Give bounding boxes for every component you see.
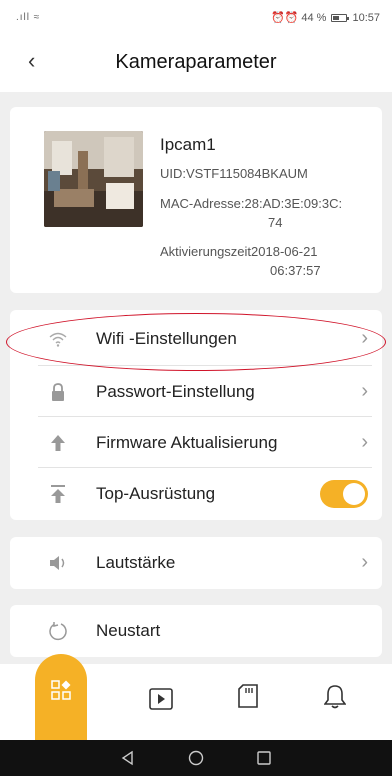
battery-percent: 44 % [301,11,327,24]
status-right: ⏰⏰ 44 % 10:57 [270,11,380,25]
device-mac: MAC-Adresse:28:AD:3E:09:3C: [160,196,343,211]
clock: 10:57 [352,11,380,24]
volume-label: Lautstärke [96,553,176,572]
top-equipment-toggle[interactable] [320,480,368,508]
top-equipment-label: Top-Ausrüstung [96,484,216,503]
tab-playback[interactable] [133,672,189,728]
bell-icon [324,685,346,709]
volume-card: Lautstärke › [10,537,382,589]
device-activation: Aktivierungszeit2018-06-21 [160,244,318,259]
wifi-status-icon: ≈ [33,12,41,23]
chevron-right-icon: › [361,380,368,402]
status-bar: .ıll ≈ ⏰⏰ 44 % 10:57 [0,0,392,34]
device-activation-time: 06:37:57 [270,263,321,278]
restart-row[interactable]: Neustart [10,605,382,657]
top-equipment-row: Top-Ausrüstung [10,468,382,520]
chevron-right-icon: › [361,551,368,573]
toggle-knob [343,483,365,505]
tab-devices[interactable] [35,654,87,740]
device-info-card: Ipcam1 UID:VSTF115084BKAUM MAC-Adresse:2… [10,107,382,293]
tab-sdcard[interactable] [220,672,276,728]
bottom-tab-bar [0,654,392,740]
alarm-icon: ⏰⏰ [270,12,299,24]
device-name: Ipcam1 [160,135,216,154]
devices-icon [51,680,71,700]
battery-icon [331,13,350,22]
system-home-icon[interactable] [188,750,204,766]
camera-thumbnail-image [44,131,143,227]
password-settings-label: Passwort-Einstellung [96,382,255,401]
page-title: Kameraparameter [115,51,277,73]
firmware-update-row[interactable]: Firmware Aktualisierung › [10,417,382,469]
sdcard-icon [238,684,258,708]
signal-indicator: .ıll ≈ [16,12,40,23]
volume-row[interactable]: Lautstärke › [10,537,382,589]
device-uid: UID:VSTF115084BKAUM [160,166,308,181]
firmware-update-label: Firmware Aktualisierung [96,433,278,452]
speaker-icon [50,556,65,570]
restart-icon [49,622,67,641]
nav-bar: ‹ Kameraparameter [0,34,392,92]
restart-label: Neustart [96,621,161,640]
system-navigation-bar [0,740,392,776]
signal-icon: .ıll [16,12,30,23]
system-back-icon[interactable] [120,750,136,766]
restart-card: Neustart [10,605,382,657]
password-settings-row[interactable]: Passwort-Einstellung › [10,366,382,418]
tab-notifications[interactable] [306,672,362,728]
chevron-right-icon: › [361,431,368,453]
upload-arrow-icon [51,435,65,451]
play-icon [149,688,173,710]
camera-thumbnail[interactable] [44,131,143,227]
system-recents-icon[interactable] [256,750,272,766]
top-arrow-icon [51,485,65,503]
lock-icon [52,383,64,401]
wifi-highlight-annotation [6,313,386,371]
device-mac-continued: 74 [268,215,283,230]
